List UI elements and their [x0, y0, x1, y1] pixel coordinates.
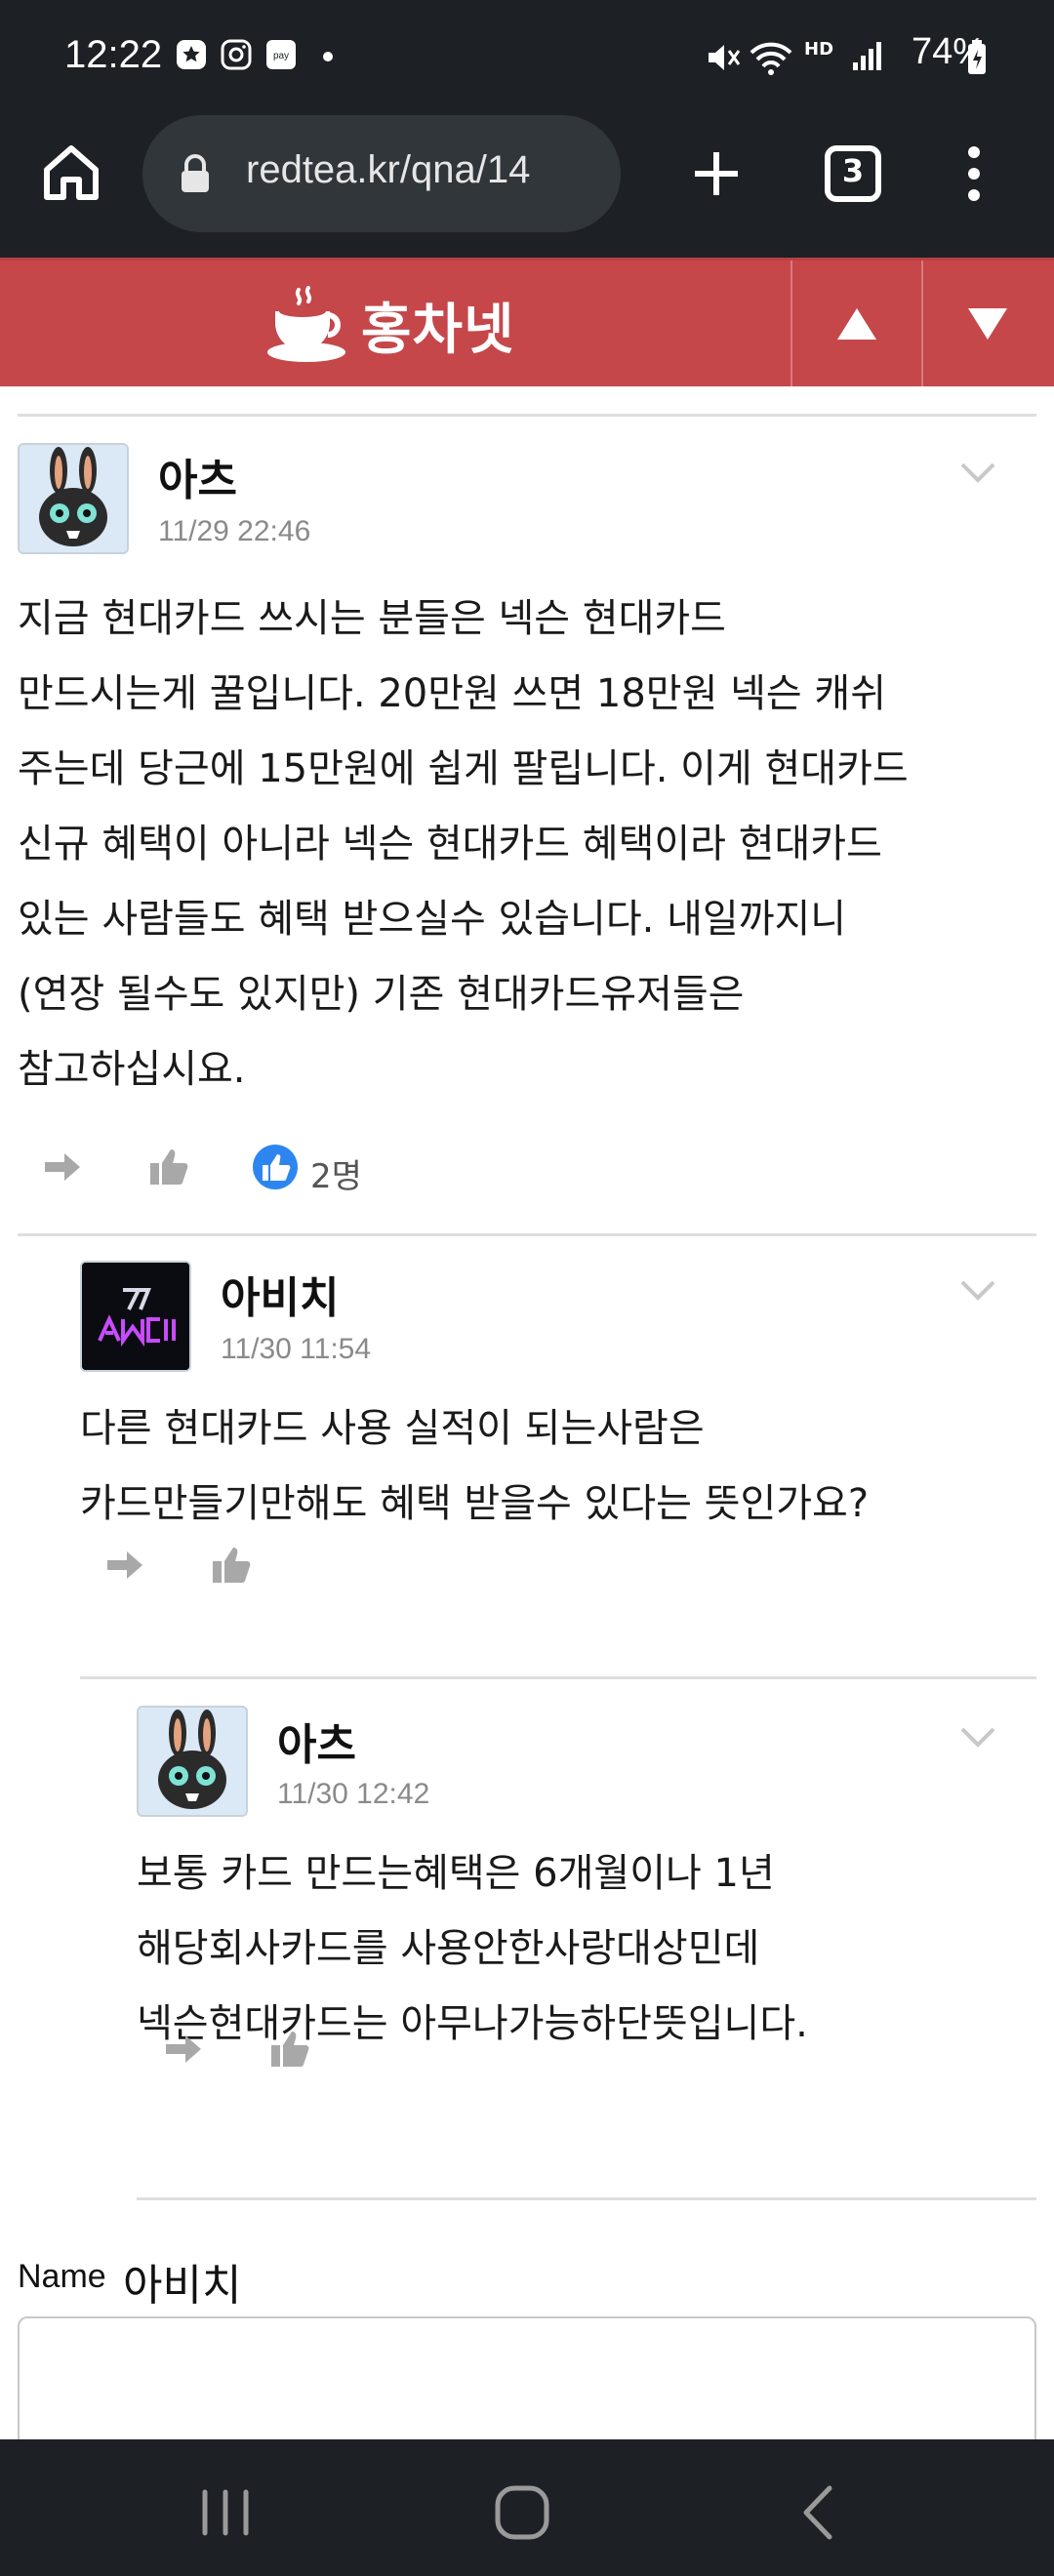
name-value: 아비치: [123, 2261, 242, 2311]
tab-count: 3: [841, 152, 865, 189]
lock-icon: [182, 154, 209, 192]
comment-author[interactable]: 아비치: [221, 1263, 339, 1325]
scroll-up-button[interactable]: [790, 261, 921, 386]
home-button-icon[interactable]: [488, 2478, 556, 2547]
rabbit-avatar-icon: [158, 1710, 226, 1809]
wifi-icon: [750, 42, 792, 75]
instagram-icon: [221, 39, 252, 70]
reply-arrow-icon[interactable]: [101, 1542, 148, 1589]
avicii-avatar-icon: [82, 1263, 189, 1370]
avicii-avatar[interactable]: [80, 1261, 191, 1372]
reply-item: 아비치 11/30 11:54 다른 현대카드 사용 실적이 되는사람은 카드만…: [0, 1233, 1054, 1663]
recent-apps-icon[interactable]: [191, 2478, 260, 2547]
comment-date: 11/30 12:42: [277, 1778, 430, 1810]
mute-icon: [709, 45, 741, 70]
comment-thread: 아츠 11/29 22:46 지금 현대카드 쓰시는 분들은 넥슨 현대카드 만…: [0, 386, 1054, 2439]
chevron-down-icon[interactable]: [958, 461, 997, 484]
svg-text:pay: pay: [273, 51, 289, 61]
rabbit-avatar[interactable]: [137, 1706, 248, 1817]
comment-body: 지금 현대카드 쓰시는 분들은 넥슨 현대카드 만드시는게 꿀입니다. 20만원…: [18, 596, 909, 1092]
status-bar: 12:22 pay HD 74%: [0, 0, 1054, 115]
comment-actions: [160, 2026, 355, 2084]
divider: [137, 2197, 1036, 2200]
scroll-down-button[interactable]: [921, 261, 1052, 386]
name-label: Name: [18, 2258, 106, 2295]
comment-item: 아츠 11/29 22:46 지금 현대카드 쓰시는 분들은 넥슨 현대카드 만…: [0, 386, 1054, 1226]
address-bar[interactable]: redtea.kr/qna/14: [142, 115, 621, 232]
rabbit-avatar-icon: [39, 447, 107, 546]
comment-author[interactable]: 아츠: [277, 1710, 356, 1772]
reply-textarea[interactable]: [18, 2316, 1036, 2439]
reply-arrow-icon[interactable]: [39, 1144, 86, 1190]
chevron-down-icon[interactable]: [958, 1725, 997, 1749]
thumbs-up-icon[interactable]: [144, 1144, 191, 1190]
reply-item: 아츠 11/30 12:42 보통 카드 만드는혜택은 6개월이나 1년 해당회…: [0, 1676, 1054, 2106]
hd-voice-icon: HD: [804, 39, 834, 60]
chevron-down-icon[interactable]: [958, 1278, 997, 1302]
pay-icon: pay: [266, 40, 296, 69]
reply-arrow-icon[interactable]: [160, 2026, 207, 2073]
tab-switcher-button[interactable]: 3: [818, 139, 888, 209]
site-header: 홍차넷: [0, 258, 1054, 386]
browser-toolbar: redtea.kr/qna/14 3: [0, 115, 1054, 258]
status-time: 12:22: [64, 33, 163, 76]
comment-actions: 2명: [39, 1144, 429, 1202]
url-text: redtea.kr/qna/14: [246, 148, 531, 191]
triangle-up-icon: [837, 307, 876, 340]
liked-thumbs-up-icon[interactable]: [252, 1144, 299, 1190]
rabbit-avatar[interactable]: [18, 443, 129, 554]
thumbs-up-icon[interactable]: [265, 2026, 312, 2073]
dot-icon: [323, 52, 333, 61]
home-icon[interactable]: [37, 139, 105, 207]
more-menu-icon[interactable]: [939, 139, 1009, 209]
back-icon[interactable]: [785, 2478, 853, 2547]
notification-star-icon: [177, 40, 206, 69]
site-logo[interactable]: 홍차넷: [265, 286, 515, 364]
thumbs-up-icon[interactable]: [207, 1542, 254, 1589]
triangle-down-icon: [968, 307, 1007, 340]
comment-actions: [101, 1542, 297, 1600]
battery-icon: [968, 40, 986, 74]
comment-body: 다른 현대카드 사용 실적이 되는사람은 카드만들기만해도 혜택 받을수 있다는…: [80, 1406, 870, 1526]
like-count: 2명: [310, 1157, 362, 1196]
signal-icon: [853, 42, 881, 70]
teacup-icon: [267, 286, 345, 362]
system-nav-bar: [0, 2439, 1054, 2576]
comment-date: 11/29 22:46: [158, 515, 311, 547]
logo-text: 홍차넷: [361, 298, 515, 362]
new-tab-icon[interactable]: [681, 139, 751, 209]
comment-author[interactable]: 아츠: [158, 445, 237, 507]
comment-date: 11/30 11:54: [221, 1333, 372, 1365]
